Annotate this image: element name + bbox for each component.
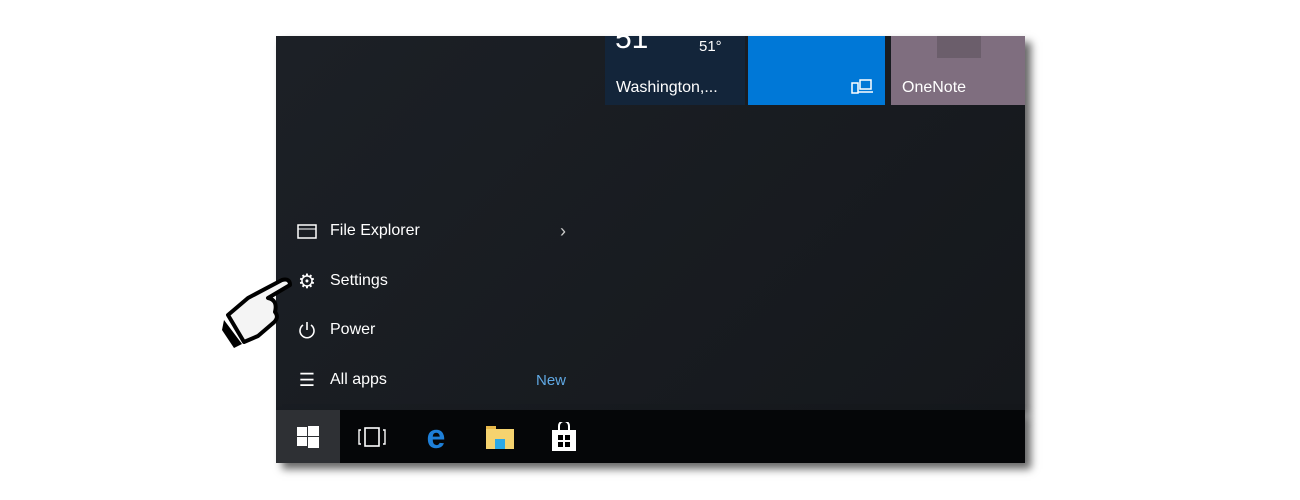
list-icon: ☰ — [298, 369, 316, 390]
windows-icon — [297, 425, 319, 448]
new-badge: New — [535, 371, 566, 389]
file-explorer-taskbar-button[interactable] — [468, 410, 532, 463]
settings-label: Settings — [330, 272, 388, 289]
phone-companion-tile[interactable] — [748, 36, 885, 105]
onenote-icon — [937, 36, 981, 58]
start-menu: 51 51° Washington,... OneNote File Explo… — [276, 22, 1025, 410]
task-view-icon — [358, 426, 386, 447]
devices-icon — [851, 79, 873, 94]
weather-label: Washington,... — [616, 79, 718, 96]
edge-icon: e — [426, 417, 446, 456]
edge-button[interactable]: e — [404, 410, 468, 463]
onenote-label: OneNote — [902, 79, 967, 96]
chevron-right-icon[interactable]: › — [560, 221, 566, 242]
pointing-hand-cursor-icon — [222, 277, 292, 348]
weather-temp-small: 51° — [699, 38, 722, 55]
task-view-button[interactable] — [340, 410, 404, 463]
taskbar: e — [276, 410, 1025, 463]
weather-temp: 51 — [615, 22, 649, 55]
file-explorer-label: File Explorer — [330, 222, 420, 239]
all-apps-item[interactable]: ☰ All apps New — [296, 365, 566, 395]
all-apps-label: All apps — [330, 371, 387, 388]
folder-icon — [296, 220, 318, 242]
store-button[interactable] — [532, 410, 596, 463]
power-item[interactable]: Power — [296, 315, 566, 345]
onenote-tile[interactable]: OneNote — [891, 36, 1025, 105]
store-icon — [552, 421, 576, 451]
weather-tile[interactable]: 51 51° Washington,... — [605, 22, 745, 105]
power-label: Power — [330, 321, 376, 338]
file-explorer-item[interactable]: File Explorer › — [296, 216, 566, 246]
folder-icon — [486, 425, 514, 449]
start-button[interactable] — [276, 410, 340, 463]
settings-item[interactable]: ⚙ Settings — [296, 266, 566, 296]
